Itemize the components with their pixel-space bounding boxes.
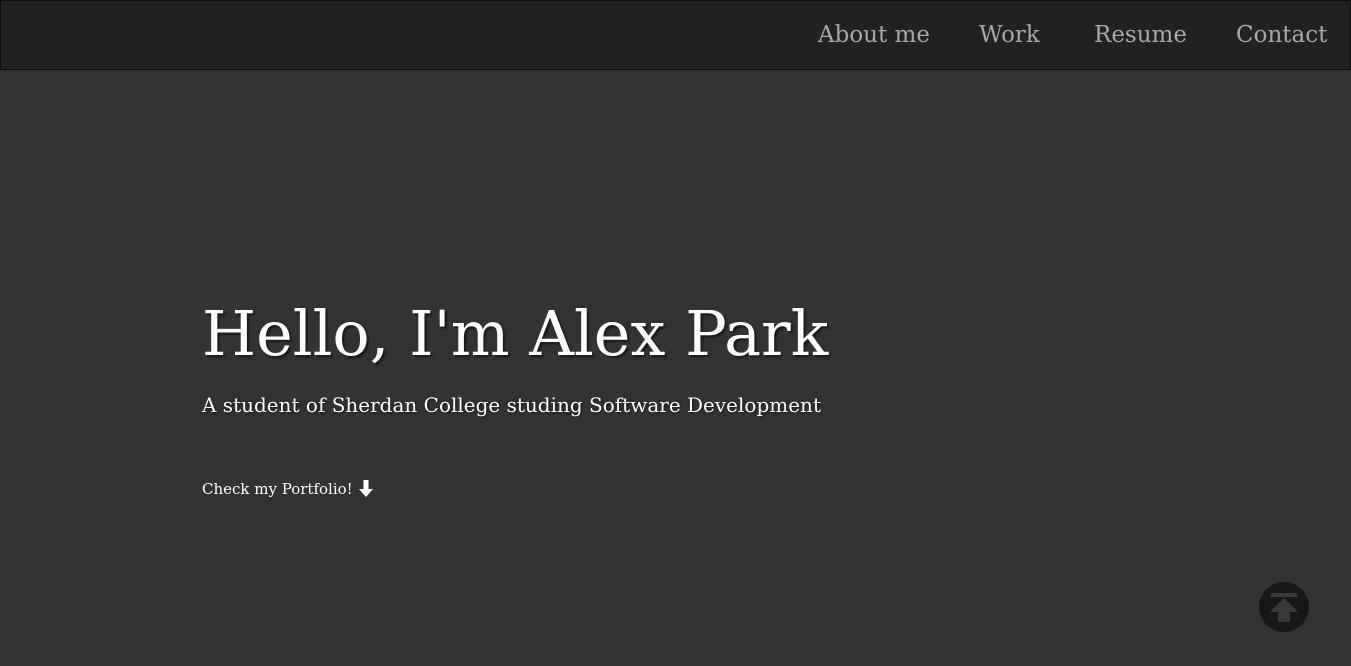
hero-section: Hello, I'm Alex Park [202,296,828,372]
arrow-up-icon [1270,593,1298,622]
hero-title: Hello, I'm Alex Park [202,297,829,370]
back-to-top-button[interactable] [1259,582,1309,632]
arrow-down-icon [358,480,373,498]
check-portfolio-link[interactable]: Check my Portfolio! [202,478,373,500]
nav-link-contact[interactable]: Contact [1236,20,1327,50]
nav-link-about-me[interactable]: About me [818,20,930,50]
hero-subtitle: A student of Sherdan College studing Sof… [202,393,821,417]
nav-link-work[interactable]: Work [979,20,1040,50]
top-navbar: About me Work Resume Contact [0,0,1351,70]
check-portfolio-label: Check my Portfolio! [202,480,353,498]
nav-link-resume[interactable]: Resume [1094,20,1187,50]
